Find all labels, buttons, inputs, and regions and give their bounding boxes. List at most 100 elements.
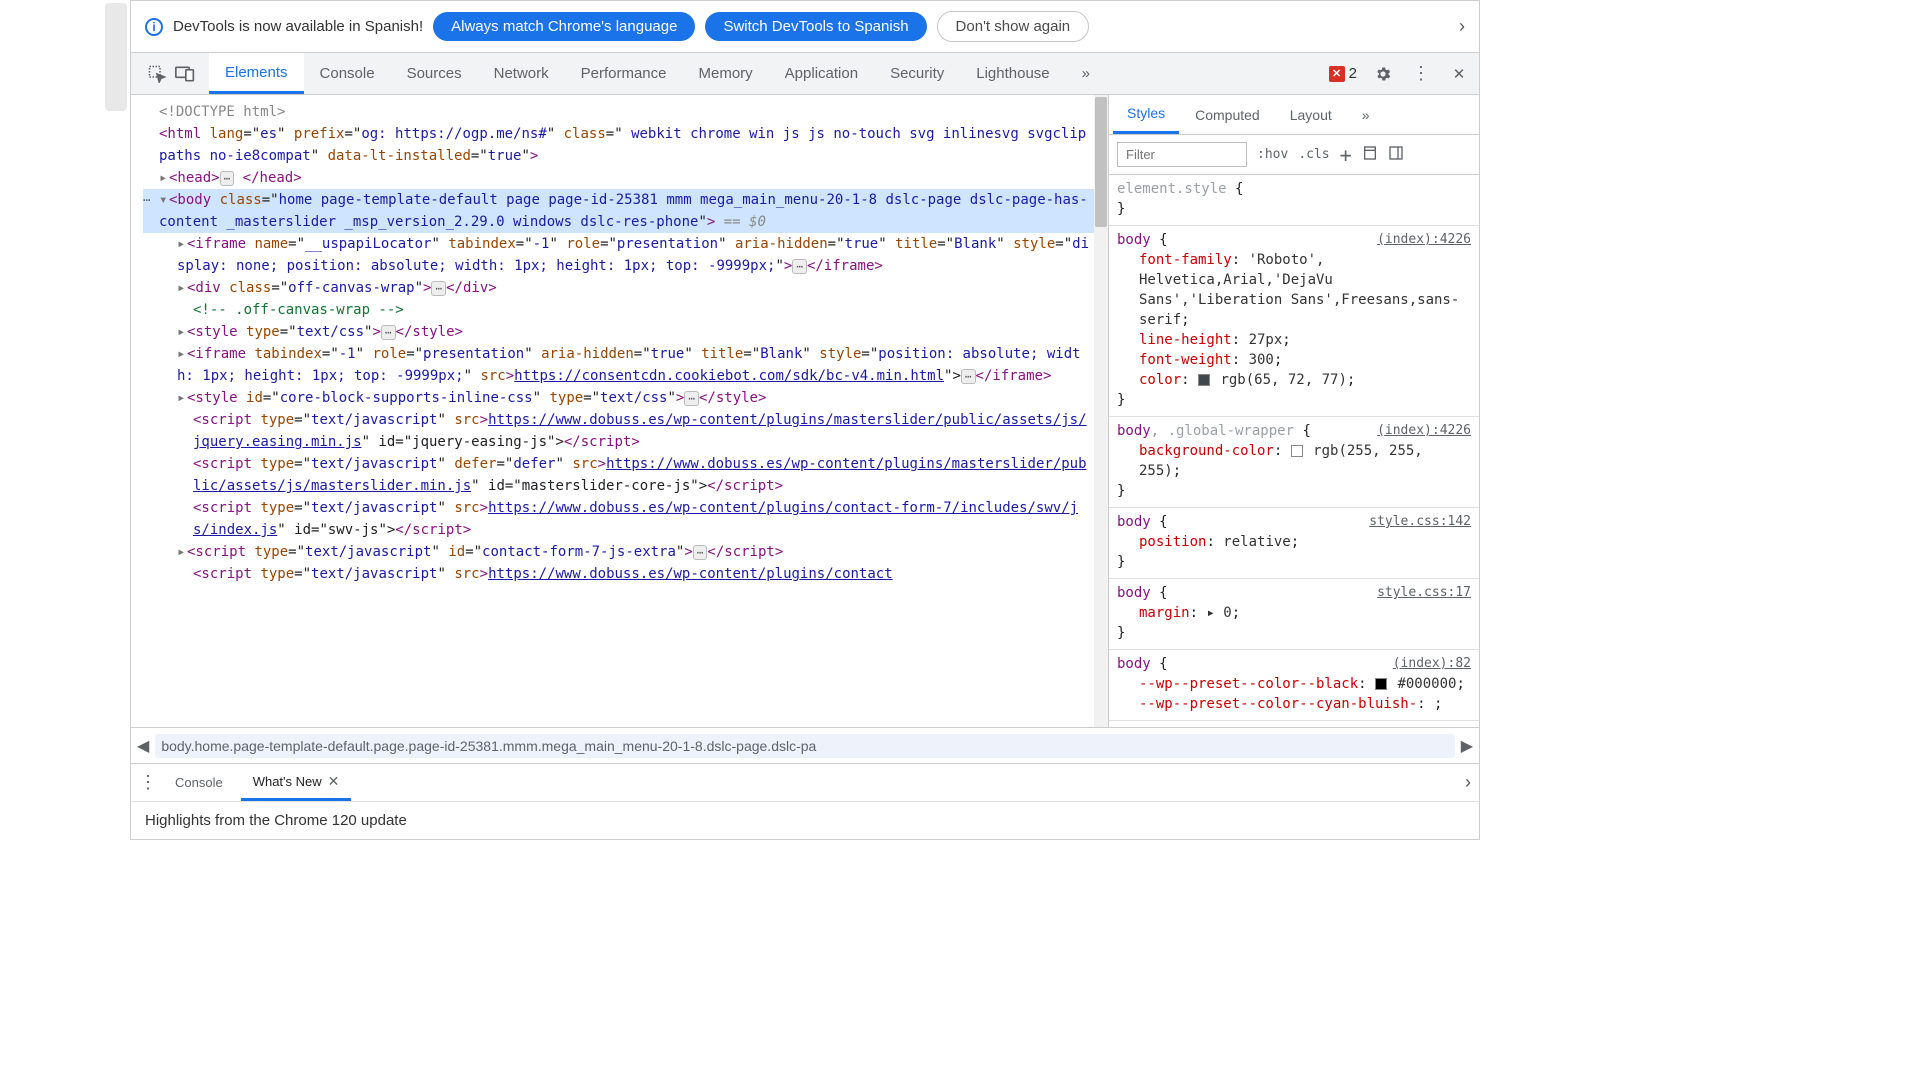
subtabs-overflow-icon[interactable]: » xyxy=(1348,95,1384,134)
dom-node[interactable]: ▸<head>⋯ </head> xyxy=(143,167,1094,189)
chevron-right-icon[interactable]: › xyxy=(1459,16,1465,37)
rule-source-link[interactable]: style.css:142 xyxy=(1369,512,1471,532)
expand-ellipsis-icon[interactable]: ⋯ xyxy=(220,171,235,186)
expand-ellipsis-icon[interactable]: ⋯ xyxy=(381,325,396,340)
css-rule[interactable]: style.css:17body {margin: ▸ 0;} xyxy=(1109,579,1479,650)
css-declaration[interactable]: position: relative; xyxy=(1117,532,1471,552)
dont-show-again-button[interactable]: Don't show again xyxy=(937,11,1090,42)
dom-node[interactable]: <script type="text/javascript" src>https… xyxy=(143,409,1094,453)
errors-count: 2 xyxy=(1349,65,1357,82)
tab-console[interactable]: Console xyxy=(304,53,391,94)
css-declaration[interactable]: font-family: 'Roboto', Helvetica,Arial,'… xyxy=(1117,250,1471,330)
info-icon: i xyxy=(145,18,163,36)
css-declaration[interactable]: --wp--preset--color--black: #000000; xyxy=(1117,674,1471,694)
new-style-rule-icon[interactable]: + xyxy=(1340,143,1352,167)
color-swatch-icon[interactable] xyxy=(1291,445,1303,457)
styles-filter-input[interactable] xyxy=(1117,142,1247,167)
tab-network[interactable]: Network xyxy=(478,53,565,94)
devtools-window: i DevTools is now available in Spanish! … xyxy=(130,0,1480,840)
computed-styles-icon[interactable] xyxy=(1362,145,1378,165)
dom-tree-panel: <!DOCTYPE html><html lang="es" prefix="o… xyxy=(131,95,1109,727)
expand-ellipsis-icon[interactable]: ⋯ xyxy=(792,259,807,274)
drawer-chevron-right-icon[interactable]: › xyxy=(1465,772,1471,793)
css-declaration[interactable]: margin: ▸ 0; xyxy=(1117,603,1471,623)
rule-source-link[interactable]: (index):82 xyxy=(1393,654,1471,674)
css-declaration[interactable]: background-color: rgb(255, 255, 255); xyxy=(1117,441,1471,481)
tab-memory[interactable]: Memory xyxy=(683,53,769,94)
select-element-icon[interactable] xyxy=(145,62,169,86)
dom-node[interactable]: ▸<iframe tabindex="-1" role="presentatio… xyxy=(143,343,1094,387)
css-rule[interactable]: element.style {} xyxy=(1109,175,1479,226)
css-rule[interactable]: (index):82body {--wp--preset--color--bla… xyxy=(1109,650,1479,721)
dom-node[interactable]: ▸<iframe name="__uspapiLocator" tabindex… xyxy=(143,233,1094,277)
dom-node[interactable]: ▸<style id="core-block-supports-inline-c… xyxy=(143,387,1094,409)
css-declaration[interactable]: line-height: 27px; xyxy=(1117,330,1471,350)
css-rule[interactable]: (index):4226body, .global-wrapper {backg… xyxy=(1109,417,1479,508)
tabs-overflow-icon[interactable]: » xyxy=(1066,53,1106,94)
kebab-menu-icon[interactable]: ⋮ xyxy=(1409,62,1433,86)
hov-toggle[interactable]: :hov xyxy=(1257,147,1288,162)
rule-source-link[interactable]: (index):4226 xyxy=(1377,230,1471,250)
tab-elements[interactable]: Elements xyxy=(209,53,304,94)
color-swatch-icon[interactable] xyxy=(1375,678,1387,690)
dom-tree[interactable]: <!DOCTYPE html><html lang="es" prefix="o… xyxy=(131,95,1094,727)
dom-node[interactable]: <html lang="es" prefix="og: https://ogp.… xyxy=(143,123,1094,167)
styles-rules[interactable]: element.style {}(index):4226body {font-f… xyxy=(1109,175,1479,727)
subtab-layout[interactable]: Layout xyxy=(1276,95,1346,134)
tab-sources[interactable]: Sources xyxy=(391,53,478,94)
dom-node[interactable]: ⋯▾<body class="home page-template-defaul… xyxy=(143,189,1094,233)
expand-ellipsis-icon[interactable]: ⋯ xyxy=(684,391,699,406)
errors-badge[interactable]: ✕ 2 xyxy=(1329,65,1357,82)
cls-toggle[interactable]: .cls xyxy=(1298,147,1329,162)
tab-security[interactable]: Security xyxy=(874,53,960,94)
subtab-computed[interactable]: Computed xyxy=(1181,95,1274,134)
main-tabs: Elements Console Sources Network Perform… xyxy=(209,53,1106,94)
rule-source-link[interactable]: style.css:17 xyxy=(1377,583,1471,603)
switch-language-button[interactable]: Switch DevTools to Spanish xyxy=(705,12,926,41)
expand-ellipsis-icon[interactable]: ⋯ xyxy=(693,545,708,560)
expand-ellipsis-icon[interactable]: ⋯ xyxy=(961,369,976,384)
css-declaration[interactable]: font-weight: 300; xyxy=(1117,350,1471,370)
styles-tabs: Styles Computed Layout » xyxy=(1109,95,1479,135)
rule-source-link[interactable]: (index):4226 xyxy=(1377,421,1471,441)
dom-link[interactable]: https://consentcdn.cookiebot.com/sdk/bc-… xyxy=(514,368,944,384)
expand-triangle-icon[interactable]: ▸ xyxy=(159,167,169,189)
dom-node[interactable]: <script type="text/javascript" src>https… xyxy=(143,563,1094,585)
dom-scrollbar[interactable] xyxy=(1094,95,1108,727)
expand-ellipsis-icon[interactable]: ⋯ xyxy=(431,281,446,296)
color-swatch-icon[interactable] xyxy=(1198,374,1210,386)
breadcrumb[interactable]: body.home.page-template-default.page.pag… xyxy=(155,734,1454,758)
close-devtools-icon[interactable]: ✕ xyxy=(1447,62,1471,86)
tab-lighthouse[interactable]: Lighthouse xyxy=(960,53,1065,94)
dom-node[interactable]: <!DOCTYPE html> xyxy=(143,101,1094,123)
css-declaration[interactable]: --wp--preset--color--cyan-bluish-: ; xyxy=(1117,694,1471,714)
match-language-button[interactable]: Always match Chrome's language xyxy=(433,12,695,41)
drawer-tab-console[interactable]: Console xyxy=(163,764,235,801)
dom-node[interactable]: <!-- .off-canvas-wrap --> xyxy=(143,299,1094,321)
css-rule[interactable]: style.css:142body {position: relative;} xyxy=(1109,508,1479,579)
close-tab-icon[interactable]: ✕ xyxy=(328,773,340,790)
drawer-tab-whatsnew[interactable]: What's New ✕ xyxy=(241,764,352,801)
drawer-menu-icon[interactable]: ⋮ xyxy=(139,772,157,793)
dom-node[interactable]: <script type="text/javascript" src>https… xyxy=(143,497,1094,541)
toggle-sidebar-icon[interactable] xyxy=(1388,145,1404,165)
subtab-styles[interactable]: Styles xyxy=(1113,95,1179,134)
tab-application[interactable]: Application xyxy=(769,53,874,94)
dom-scrollbar-thumb[interactable] xyxy=(1095,97,1107,227)
dom-node[interactable]: ▸<style type="text/css">⋯</style> xyxy=(143,321,1094,343)
content-row: <!DOCTYPE html><html lang="es" prefix="o… xyxy=(131,95,1479,727)
breadcrumb-right-icon[interactable]: ▶ xyxy=(1461,736,1473,756)
tab-performance[interactable]: Performance xyxy=(565,53,683,94)
styles-toolbar: :hov .cls + xyxy=(1109,135,1479,175)
styles-panel: Styles Computed Layout » :hov .cls + ele… xyxy=(1109,95,1479,727)
dom-node[interactable]: ▸<div class="off-canvas-wrap">⋯</div> xyxy=(143,277,1094,299)
css-rule[interactable]: (index):4226body {font-family: 'Roboto',… xyxy=(1109,226,1479,417)
device-toolbar-icon[interactable] xyxy=(173,62,197,86)
webpage-scrollbar-stub[interactable] xyxy=(105,3,127,111)
settings-gear-icon[interactable] xyxy=(1371,62,1395,86)
breadcrumb-left-icon[interactable]: ◀ xyxy=(137,736,149,756)
css-declaration[interactable]: color: rgb(65, 72, 77); xyxy=(1117,370,1471,390)
dom-node[interactable]: <script type="text/javascript" defer="de… xyxy=(143,453,1094,497)
dom-node[interactable]: ▸<script type="text/javascript" id="cont… xyxy=(143,541,1094,563)
collapse-triangle-icon[interactable]: ▾ xyxy=(159,189,169,211)
